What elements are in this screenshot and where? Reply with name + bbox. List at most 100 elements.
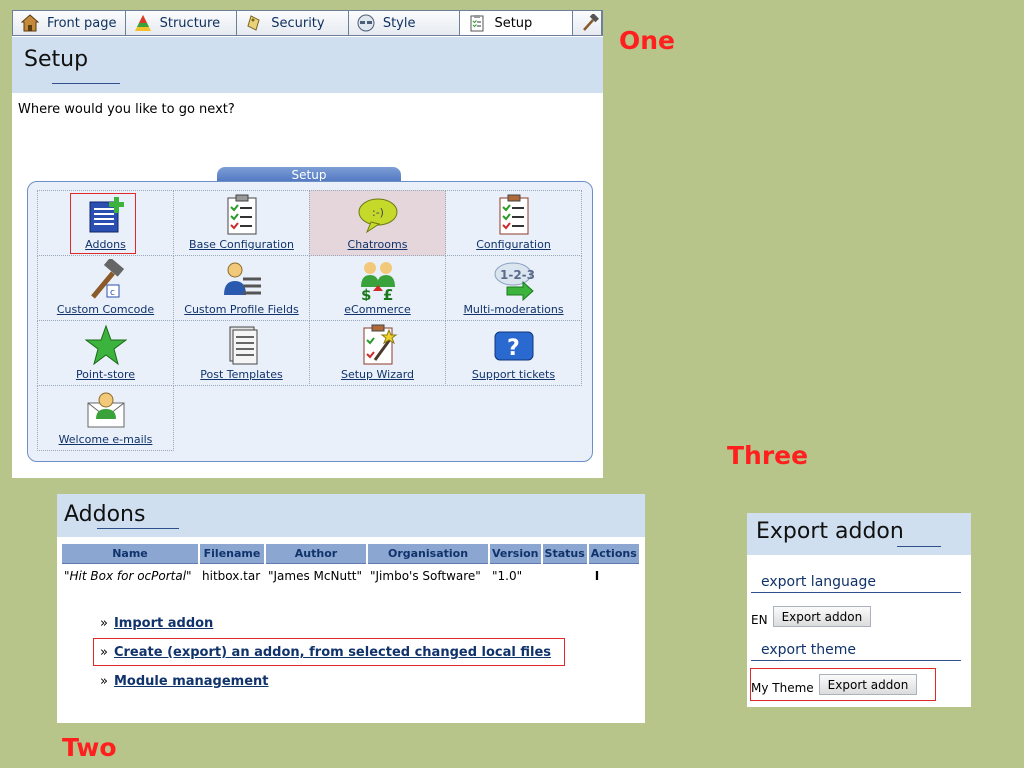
- setup-item-custom-comcode[interactable]: c Custom Comcode: [37, 255, 174, 321]
- setup-item-label[interactable]: Chatrooms: [310, 238, 445, 251]
- checklist-icon: [221, 194, 263, 236]
- bullet: »: [100, 616, 108, 631]
- title-underline: [97, 528, 179, 529]
- highlight-box: [70, 193, 136, 254]
- setup-item-chatrooms[interactable]: :-) Chatrooms: [309, 190, 446, 256]
- export-theme-heading: export theme: [751, 642, 961, 661]
- page-title: Setup: [24, 47, 89, 72]
- label-two: Two: [62, 733, 117, 762]
- column-header[interactable]: Status: [542, 544, 587, 564]
- setup-panel: Front page Structure Security Style Setu…: [12, 10, 603, 478]
- addons-panel: Addons Name Filename Author Organisation…: [57, 494, 645, 723]
- setup-item-label[interactable]: eCommerce: [310, 303, 445, 316]
- addon-organisation: "Jimbo's Software": [370, 569, 481, 583]
- tab-setup[interactable]: Setup: [460, 11, 574, 35]
- export-language-button[interactable]: Export addon: [772, 606, 872, 627]
- svg-text:?: ?: [507, 336, 520, 361]
- column-header[interactable]: Actions: [588, 544, 639, 564]
- setup-item-label[interactable]: Base Configuration: [174, 238, 309, 251]
- wizard-icon: [357, 324, 399, 366]
- addon-author: "James McNutt": [268, 569, 363, 583]
- module-management-link[interactable]: Module management: [114, 674, 269, 689]
- setup-item-base-configuration[interactable]: Base Configuration: [173, 190, 310, 256]
- setup-item-point-store[interactable]: Point-store: [37, 320, 174, 386]
- tab-label: Structure: [159, 15, 221, 31]
- setup-item-support-tickets[interactable]: ? Support tickets: [445, 320, 582, 386]
- setup-item-label[interactable]: Configuration: [446, 238, 581, 251]
- checklist-icon: [493, 194, 535, 236]
- setup-item-configuration[interactable]: Configuration: [445, 190, 582, 256]
- setup-item-label[interactable]: Point-store: [38, 368, 173, 381]
- svg-text::-): :-): [372, 206, 384, 219]
- tab-front-page[interactable]: Front page: [13, 11, 126, 35]
- envelope-user-icon: [85, 389, 127, 431]
- svg-text:c: c: [110, 288, 115, 298]
- page-title: Export addon: [756, 519, 904, 544]
- language-code: EN: [751, 612, 768, 627]
- tab-tools[interactable]: [573, 11, 602, 35]
- addon-actions[interactable]: I: [589, 564, 639, 588]
- addon-status: [543, 564, 587, 588]
- column-header[interactable]: Filename: [200, 544, 264, 564]
- tag-icon: [245, 14, 263, 32]
- setup-item-multi-moderations[interactable]: 1-2-3 Multi-moderations: [445, 255, 582, 321]
- money-icon: $ £: [357, 259, 399, 304]
- tab-label: Setup: [494, 15, 533, 31]
- column-header[interactable]: Name: [62, 544, 198, 564]
- tab-security[interactable]: Security: [237, 11, 349, 35]
- steps-arrow-icon: 1-2-3: [493, 259, 535, 302]
- setup-icon-grid: Addons Base Configuration :-) Chatrooms: [37, 190, 584, 451]
- column-header[interactable]: Author: [266, 544, 366, 564]
- setup-item-welcome-emails[interactable]: Welcome e-mails: [37, 385, 174, 451]
- column-header[interactable]: Organisation: [368, 544, 488, 564]
- import-addon-link[interactable]: Import addon: [114, 616, 213, 631]
- setup-item-label[interactable]: Post Templates: [174, 368, 309, 381]
- house-icon: [20, 14, 40, 32]
- glasses-icon: [357, 14, 375, 32]
- addon-name: "Hit Box for ocPortal": [64, 569, 192, 583]
- tab-structure[interactable]: Structure: [125, 11, 238, 35]
- setup-item-addons[interactable]: Addons: [37, 190, 174, 256]
- setup-item-post-templates[interactable]: Post Templates: [173, 320, 310, 386]
- setup-item-ecommerce[interactable]: $ £ eCommerce: [309, 255, 446, 321]
- clipboard-icon: [468, 14, 486, 32]
- svg-text:£: £: [383, 286, 393, 301]
- document-stack-icon: [221, 324, 263, 366]
- page-title-bar: Setup: [12, 37, 603, 93]
- star-icon: [84, 324, 127, 366]
- pyramid-icon: [134, 14, 152, 32]
- chat-bubble-icon: :-): [357, 194, 399, 236]
- addons-table: Name Filename Author Organisation Versio…: [60, 544, 641, 588]
- setup-item-label[interactable]: Setup Wizard: [310, 368, 445, 381]
- tab-style[interactable]: Style: [348, 11, 461, 35]
- setup-icon-box: Addons Base Configuration :-) Chatrooms: [27, 181, 593, 462]
- navigation-prompt: Where would you like to go next?: [18, 102, 235, 117]
- user-fields-icon: [221, 259, 263, 301]
- hammer-icon: c: [85, 257, 127, 301]
- page-title-bar: Export addon: [747, 513, 971, 555]
- svg-text:$: $: [361, 286, 371, 301]
- list-item: » Create (export) an addon, from selected…: [93, 638, 565, 672]
- setup-item-custom-profile-fields[interactable]: Custom Profile Fields: [173, 255, 310, 321]
- tab-label: Security: [271, 15, 325, 31]
- label-one: One: [619, 26, 676, 55]
- title-underline: [897, 546, 941, 547]
- page-title: Addons: [64, 502, 146, 527]
- export-language-row: EN Export addon: [751, 606, 872, 627]
- addon-links: » Import addon » Create (export) an addon,…: [93, 614, 565, 701]
- column-header[interactable]: Version: [490, 544, 541, 564]
- setup-item-label[interactable]: Custom Comcode: [38, 303, 173, 316]
- setup-item-label[interactable]: Support tickets: [446, 368, 581, 381]
- label-three: Three: [727, 441, 809, 470]
- bullet: »: [100, 674, 108, 689]
- highlight-box: [93, 638, 565, 666]
- setup-item-label[interactable]: Custom Profile Fields: [174, 303, 309, 316]
- list-item: » Module management: [100, 672, 551, 701]
- addon-filename: hitbox.tar: [202, 569, 261, 583]
- setup-item-setup-wizard[interactable]: Setup Wizard: [309, 320, 446, 386]
- export-addon-panel: Export addon export language EN Export a…: [747, 513, 971, 707]
- setup-item-label[interactable]: Welcome e-mails: [38, 433, 173, 446]
- title-underline: [52, 83, 120, 84]
- addon-version: "1.0": [492, 569, 523, 583]
- setup-item-label[interactable]: Multi-moderations: [446, 303, 581, 316]
